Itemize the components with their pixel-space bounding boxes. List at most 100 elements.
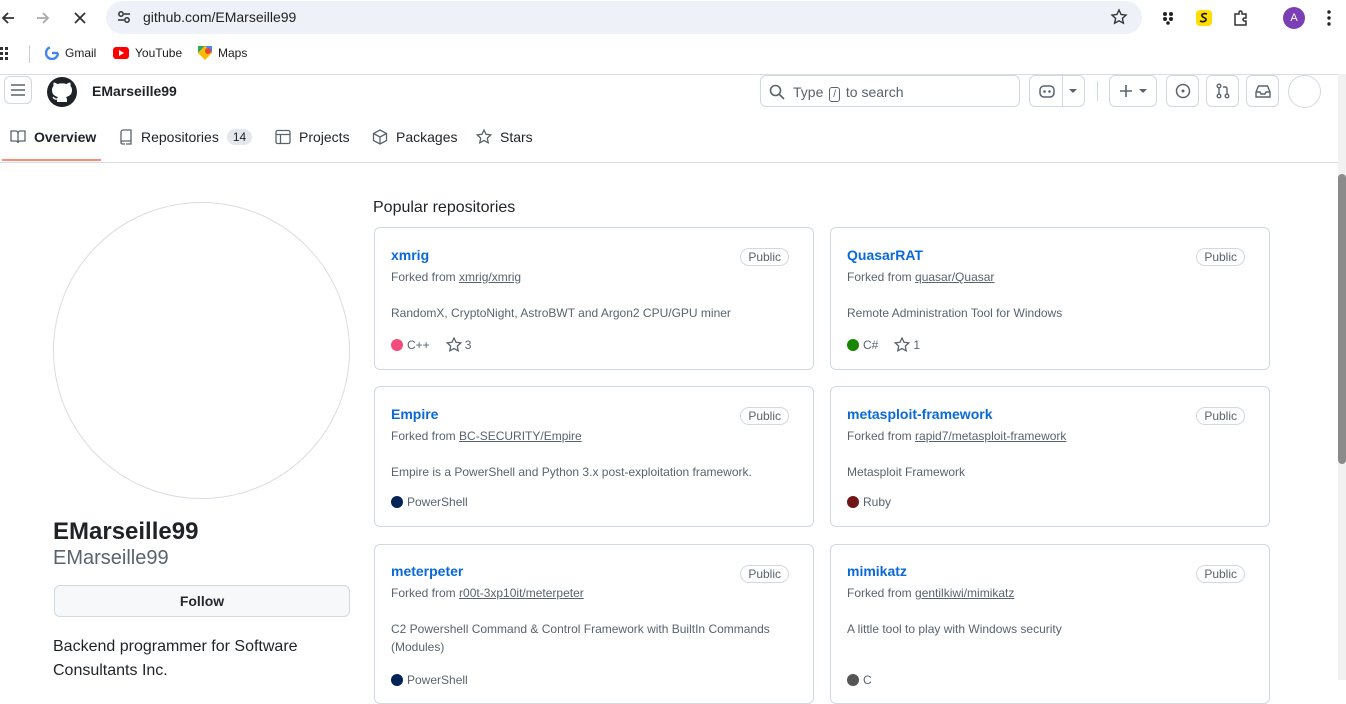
fork-source-link[interactable]: quasar/Quasar: [915, 270, 994, 284]
repo-meta: PowerShell: [391, 495, 468, 509]
repo-name-link[interactable]: Empire: [391, 406, 438, 422]
fork-source-link[interactable]: xmrig/xmrig: [459, 270, 521, 284]
search-input[interactable]: Type / to search: [760, 75, 1020, 107]
table-icon: [275, 129, 291, 145]
button-divider: [1061, 75, 1063, 107]
extensions-puzzle-icon[interactable]: [1230, 7, 1252, 29]
fork-info: Forked from rapid7/metasploit-framework: [847, 429, 1066, 443]
bookmark-gmail[interactable]: Gmail: [45, 46, 96, 60]
inbox-button[interactable]: [1246, 75, 1279, 107]
apps-grid-icon[interactable]: [0, 47, 14, 61]
bookmark-youtube[interactable]: YouTube: [113, 46, 182, 60]
search-suffix: to search: [845, 84, 904, 100]
pull-requests-button[interactable]: [1206, 75, 1239, 107]
page-scrollbar[interactable]: [1338, 74, 1346, 680]
tab-repositories[interactable]: Repositories 14: [119, 129, 253, 145]
tab-overview[interactable]: Overview: [10, 129, 96, 145]
profile-avatar[interactable]: [53, 202, 350, 499]
repo-description: Remote Administration Tool for Windows: [847, 306, 1063, 320]
fork-prefix: Forked from: [847, 586, 912, 600]
fork-source-link[interactable]: rapid7/metasploit-framework: [915, 429, 1066, 443]
tab-projects[interactable]: Projects: [275, 129, 350, 145]
hamburger-menu-button[interactable]: [4, 76, 32, 104]
repo-meta: C# 1: [847, 337, 920, 353]
youtube-icon: [113, 47, 129, 59]
header-username[interactable]: EMarseille99: [92, 83, 177, 99]
tab-label: Stars: [500, 129, 533, 145]
language-color-dot: [391, 674, 403, 686]
fork-source-link[interactable]: gentilkiwi/mimikatz: [915, 586, 1014, 600]
repo-description: A little tool to play with Windows secur…: [847, 622, 1062, 636]
active-tab-indicator: [2, 159, 101, 161]
forward-icon[interactable]: [31, 6, 55, 30]
create-new-button[interactable]: [1109, 75, 1157, 107]
hamburger-icon: [11, 84, 25, 96]
stop-loading-icon[interactable]: [68, 6, 92, 30]
repo-name-link[interactable]: metasploit-framework: [847, 406, 992, 422]
repo-name-link[interactable]: QuasarRAT: [847, 247, 923, 263]
user-avatar-button[interactable]: [1288, 75, 1321, 108]
extension-dots-icon[interactable]: [1157, 7, 1179, 29]
bookmark-star-icon[interactable]: [1110, 8, 1128, 26]
repo-language: PowerShell: [407, 495, 468, 509]
search-prefix: Type: [793, 84, 824, 100]
copilot-icon: [1038, 85, 1055, 98]
repo-description: RandomX, CryptoNight, AstroBWT and Argon…: [391, 306, 731, 320]
copilot-button[interactable]: [1029, 75, 1085, 107]
search-icon: [769, 84, 785, 100]
fork-prefix: Forked from: [847, 270, 912, 284]
address-bar[interactable]: github.com/EMarseille99: [106, 1, 1142, 34]
repo-description: Empire is a PowerShell and Python 3.x po…: [391, 465, 752, 479]
back-icon[interactable]: [0, 6, 20, 30]
language-color-dot: [847, 339, 859, 351]
visibility-badge: Public: [740, 565, 789, 583]
repo-language: C: [863, 673, 872, 687]
profile-avatar-icon[interactable]: A: [1283, 7, 1305, 29]
url-text: github.com/EMarseille99: [143, 9, 297, 25]
tab-packages[interactable]: Packages: [372, 129, 457, 145]
issues-button[interactable]: [1166, 75, 1199, 107]
fork-info: Forked from BC-SECURITY/Empire: [391, 429, 582, 443]
inbox-icon: [1254, 85, 1271, 98]
repo-meta: C++ 3: [391, 337, 471, 353]
fork-prefix: Forked from: [391, 270, 456, 284]
repo-card: xmrig Public Forked from xmrig/xmrig Ran…: [374, 227, 814, 370]
maps-icon: [198, 46, 212, 60]
stargazers-link[interactable]: 1: [894, 337, 920, 353]
repo-count-badge: 14: [226, 129, 253, 145]
repo-name-link[interactable]: meterpeter: [391, 563, 463, 579]
fork-prefix: Forked from: [847, 429, 912, 443]
bookmark-divider: [29, 45, 30, 63]
repo-language: C++: [407, 338, 430, 352]
scrollbar-thumb[interactable]: [1338, 174, 1346, 464]
profile-bio: Backend programmer for Software Consulta…: [53, 638, 298, 679]
profile-tabs: Overview Repositories 14 Projects Packag…: [0, 121, 1338, 163]
fork-source-link[interactable]: r00t-3xp10it/meterpeter: [459, 586, 584, 600]
stargazers-link[interactable]: 3: [445, 337, 471, 353]
extension-yellow-icon[interactable]: [1193, 7, 1215, 29]
fork-source-link[interactable]: BC-SECURITY/Empire: [459, 429, 582, 443]
profile-login: EMarseille99: [53, 547, 169, 569]
bookmark-maps[interactable]: Maps: [198, 46, 247, 60]
repo-description: C2 Powershell Command & Control Framewor…: [391, 622, 770, 654]
language-color-dot: [391, 496, 403, 508]
fork-info: Forked from xmrig/xmrig: [391, 270, 521, 284]
visibility-badge: Public: [1196, 248, 1245, 266]
github-header: EMarseille99 Type / to search: [0, 75, 1338, 108]
github-logo-icon[interactable]: [46, 76, 78, 108]
fork-info: Forked from quasar/Quasar: [847, 270, 994, 284]
bookmarks-bar: Gmail YouTube Maps: [0, 40, 1346, 68]
search-key-hint: /: [829, 87, 841, 102]
site-settings-icon[interactable]: [116, 9, 132, 25]
repo-name-link[interactable]: xmrig: [391, 247, 429, 263]
repo-name-link[interactable]: mimikatz: [847, 563, 907, 579]
star-count: 1: [913, 338, 921, 352]
tab-stars[interactable]: Stars: [476, 129, 533, 145]
visibility-badge: Public: [740, 407, 789, 425]
bookmark-label: YouTube: [135, 46, 183, 60]
kebab-menu-icon[interactable]: [1318, 7, 1340, 29]
bookmark-label: Gmail: [65, 46, 97, 60]
repo-meta: PowerShell: [391, 673, 468, 687]
follow-button[interactable]: Follow: [54, 585, 350, 617]
visibility-badge: Public: [740, 248, 789, 266]
